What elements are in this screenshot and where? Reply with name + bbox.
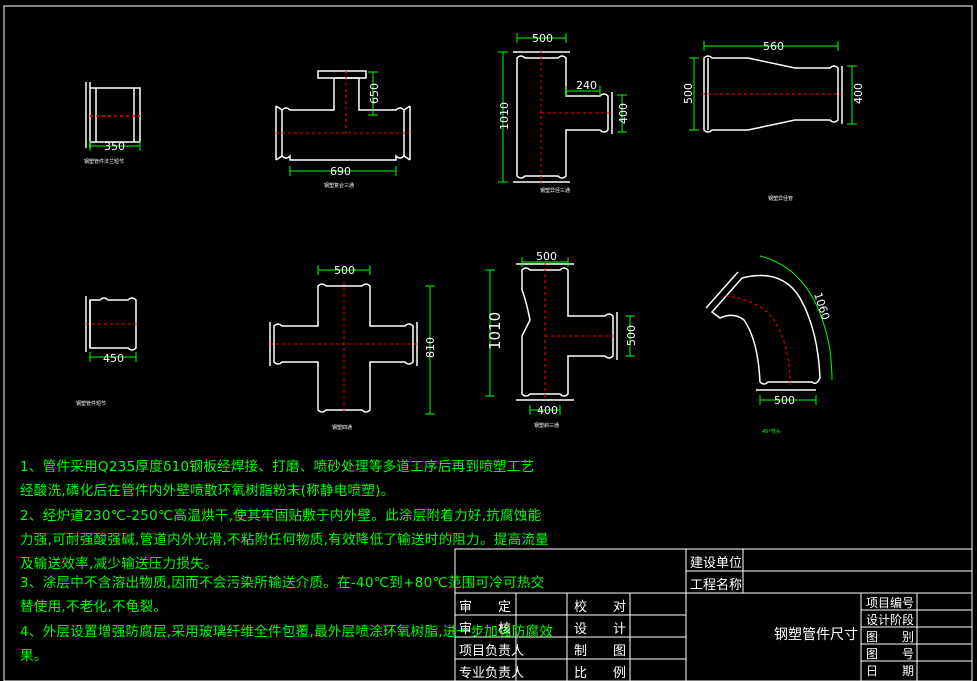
part-reducing-tee	[513, 51, 613, 183]
p3-label: 钢塑异径三通	[540, 187, 570, 194]
note-line-9: 果。	[20, 648, 48, 664]
p1-label: 钢塑管件法兰短节	[84, 158, 124, 165]
note-line-1: 1、管件采用Q235厚度δ10钢板经焊接、打磨、喷砂处理等多道工序后再到喷塑工艺	[20, 459, 535, 475]
p6-label: 钢塑四通	[332, 424, 352, 431]
note-line-3: 2、经炉道230℃-250℃高温烘干,使其牢固贴敷于内外壁。此涂层附着力好,抗腐…	[20, 508, 542, 524]
dim-p3-top-text: 500	[532, 32, 553, 45]
p4-label: 钢塑异径管	[768, 195, 793, 202]
review-label: 审 核	[459, 622, 512, 637]
date-label: 日 期	[866, 664, 915, 678]
dim-p3-height-text: 1010	[498, 102, 511, 130]
dim-p4-right-text: 400	[852, 83, 865, 104]
p8-centerline	[725, 295, 791, 387]
dim-p3-branch-text: 240	[576, 79, 597, 92]
scale-label: 比 例	[574, 666, 627, 681]
part-tee	[275, 70, 411, 161]
note-line-4: 力强,可耐强酸强碱,管道内外光滑,不粘附任何物质,有效降低了输送时的阻力。提高流…	[20, 532, 549, 548]
construction-unit-label: 建设单位	[690, 556, 743, 571]
project-name-label: 工程名称	[690, 578, 743, 593]
dim-p2-width-text: 690	[330, 165, 351, 178]
dim-p8-arc-text: 1060	[811, 291, 832, 322]
dim-p6-height-text: 810	[424, 337, 437, 358]
dim-p7-height-text: 1010	[486, 312, 504, 350]
design-label: 设 计	[574, 622, 627, 637]
drawing-number-label: 图 号	[866, 647, 915, 661]
note-line-6: 3、涂层中不含溶出物质,因而不会污染所输送介质。在-40℃到+80℃范围可冷可热…	[20, 575, 545, 591]
part-flange-short	[85, 82, 141, 148]
dim-p5-width-text: 450	[103, 352, 124, 365]
note-line-7: 替使用,不老化,不龟裂。	[20, 599, 168, 615]
drafting-label: 制 图	[574, 644, 627, 659]
drawing-category-label: 图 别	[866, 630, 915, 644]
project-lead-label: 项目负责人	[459, 644, 525, 659]
p2-label: 钢塑复合三通	[324, 182, 354, 189]
dim-p4	[689, 41, 857, 131]
dim-p2-height-text: 650	[368, 83, 381, 104]
p5-label: 钢塑管件短节	[76, 400, 106, 407]
dim-p6-top-text: 500	[334, 264, 355, 277]
dim-p7-bottom-text: 400	[537, 404, 558, 417]
check-label: 校 对	[574, 600, 627, 615]
design-stage-label: 设计阶段	[866, 613, 915, 627]
dim-p7-top-text: 500	[536, 250, 557, 263]
approve-label: 审 定	[459, 600, 512, 615]
dim-p4-width-text: 560	[763, 40, 784, 53]
project-number-label: 项目编号	[866, 596, 915, 610]
dim-p1-width-text: 350	[104, 140, 125, 153]
dim-p7-side-text: 500	[625, 325, 638, 346]
p8-label: 45°弯头	[762, 428, 781, 435]
drawing-title: 钢塑管件尺寸	[774, 627, 858, 643]
dim-p4-left-text: 500	[682, 83, 695, 104]
discipline-lead-label: 专业负责人	[459, 666, 525, 681]
part-lateral-tee	[516, 263, 618, 401]
note-line-2: 经酸洗,磷化后在管件内外壁喷散环氧树脂粉末(称静电喷塑)。	[20, 483, 395, 499]
p7-label: 钢塑斜三通	[534, 422, 559, 429]
part-reducer	[703, 55, 843, 133]
part-elbow-45	[705, 271, 821, 391]
dim-p3-side-text: 400	[617, 103, 630, 124]
dim-p8-bottom-text: 500	[774, 394, 795, 407]
